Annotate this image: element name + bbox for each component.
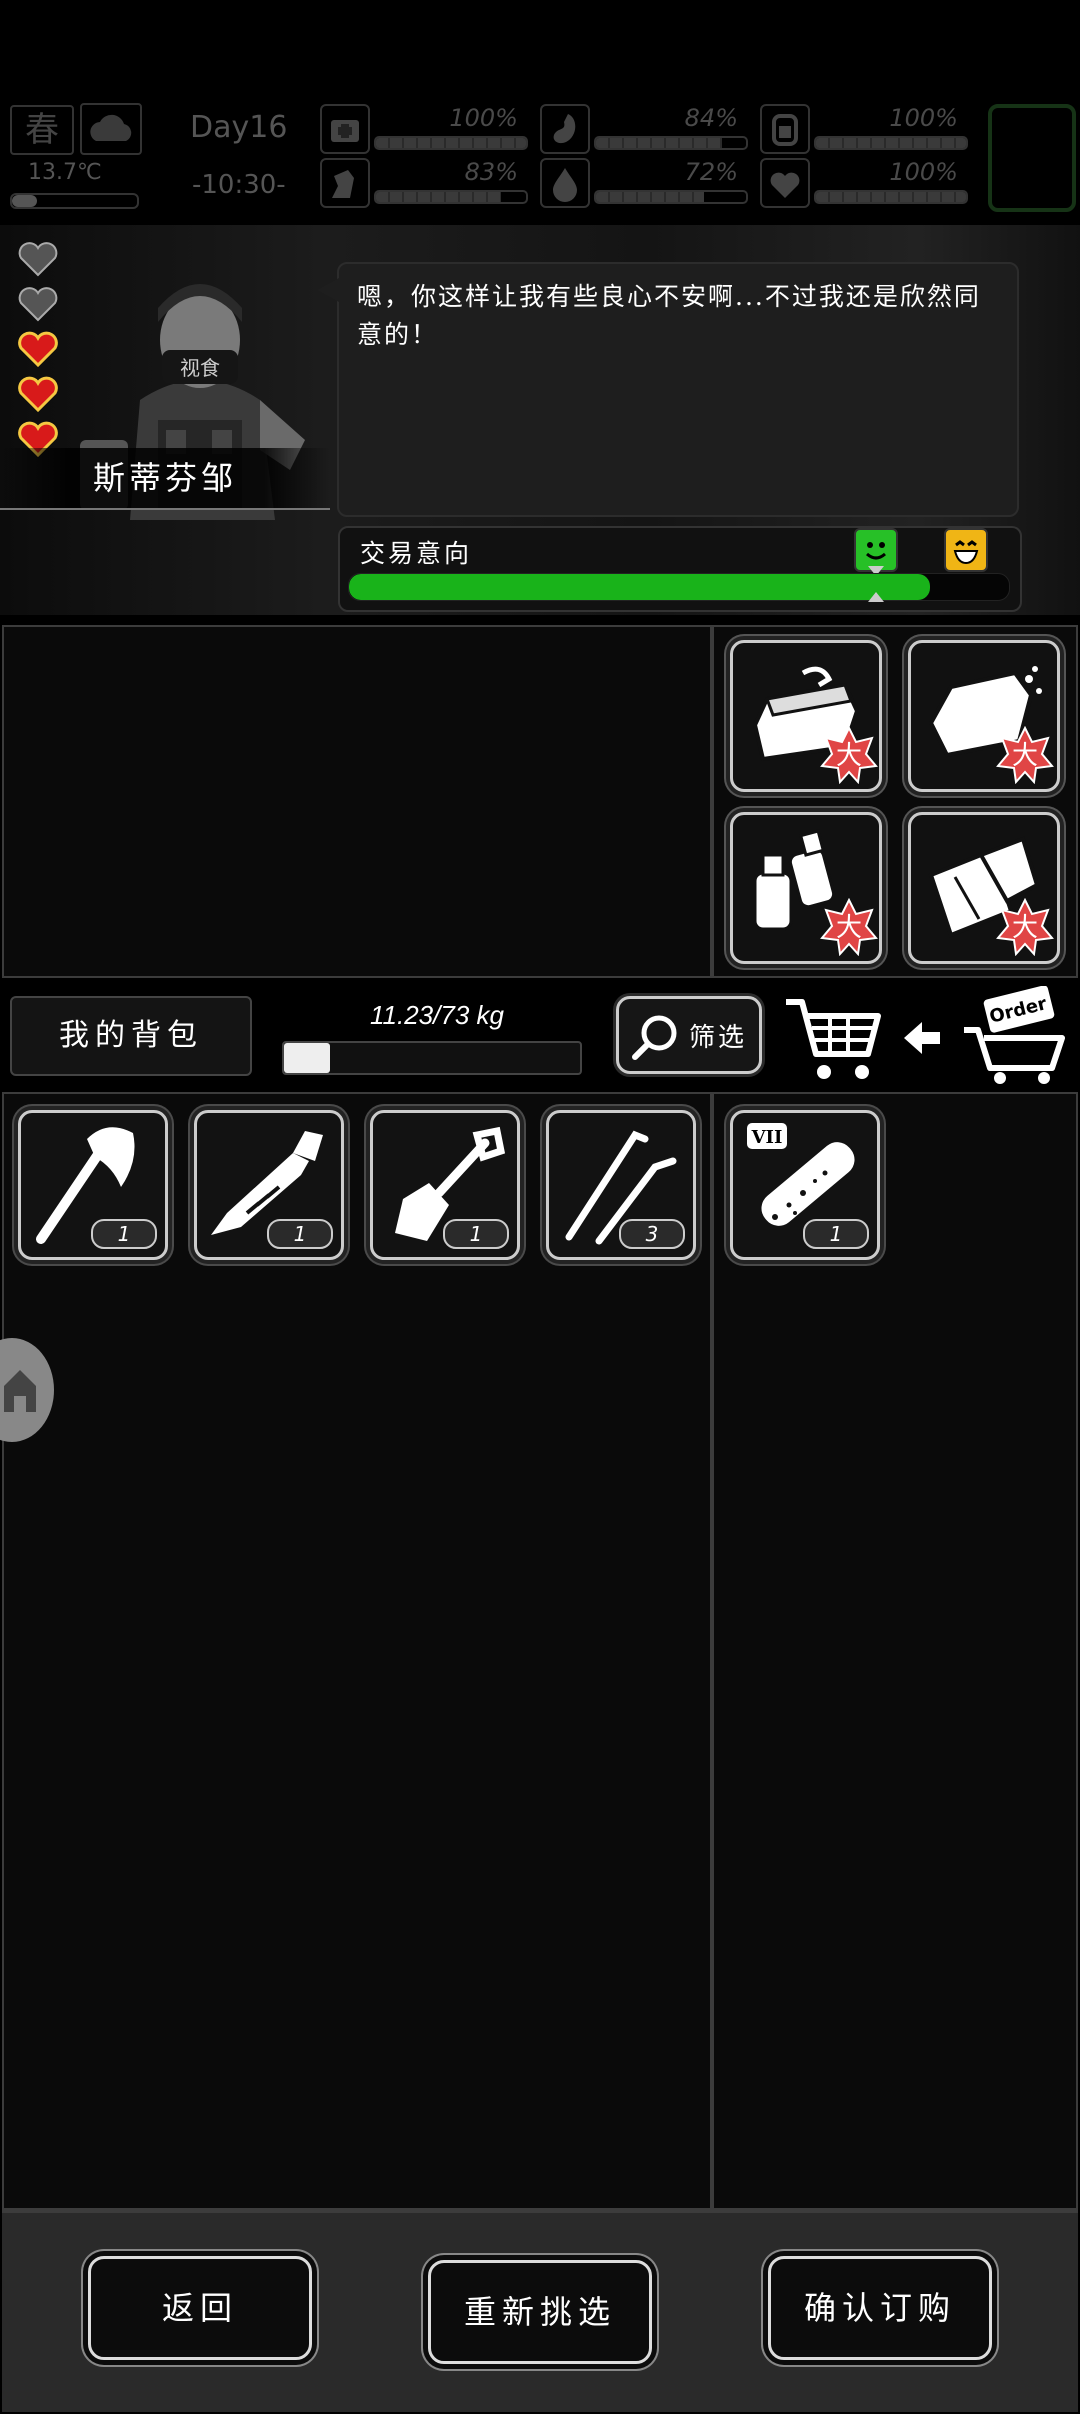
filter-button[interactable]: 筛选 [616, 996, 762, 1074]
panel-divider [710, 625, 714, 978]
trade-current-marker [868, 592, 884, 602]
day-counter: Day16 [190, 110, 288, 145]
temperature-label: 13.7℃ [28, 160, 102, 185]
large-size-badge-icon: 大 [820, 726, 878, 784]
game-clock: -10:30- [192, 170, 286, 200]
mind-icon [320, 158, 370, 208]
stat-mood: 100% [760, 158, 970, 208]
item-quantity: 1 [443, 1219, 509, 1249]
npc-name: 斯蒂芬邹 [0, 448, 330, 510]
item-quantity: 1 [267, 1219, 333, 1249]
stat-fill [596, 192, 704, 202]
trade-willingness-label: 交易意向 [360, 539, 473, 568]
svg-text:大: 大 [836, 913, 862, 943]
affection-hearts [16, 240, 62, 465]
season-indicator: 春 [10, 105, 74, 155]
inventory-item-slot[interactable]: 1 [194, 1110, 344, 1260]
heart-full-icon [18, 331, 58, 368]
stat-sanity: 83% [320, 158, 530, 208]
heart-empty-icon [18, 242, 58, 277]
stat-thirst: 72% [540, 158, 750, 208]
svg-text:大: 大 [836, 741, 862, 771]
svg-text:VII: VII [751, 1127, 783, 1148]
carry-weight-bar [282, 1041, 582, 1075]
item-quantity: 1 [91, 1219, 157, 1249]
inventory-panel [2, 1092, 1078, 2210]
stat-hunger: 84% [540, 104, 750, 154]
laughing-face-icon [944, 528, 988, 572]
search-icon [632, 1015, 677, 1060]
inventory-item-slot[interactable]: 3 [546, 1110, 696, 1260]
svg-text:视食: 视食 [180, 356, 220, 380]
house-icon [4, 1370, 36, 1412]
svg-text:大: 大 [1012, 913, 1038, 943]
selected-item-slot[interactable]: VII 1 [730, 1110, 880, 1260]
panel-divider [710, 1092, 714, 2210]
large-size-badge-icon: 大 [996, 726, 1054, 784]
heart-empty-icon [18, 287, 58, 322]
large-size-badge-icon: 大 [996, 898, 1054, 956]
stat-fill [376, 138, 526, 148]
back-button[interactable]: 返回 [88, 2256, 312, 2360]
stat-health: 100% [320, 104, 530, 154]
order-cart-icon[interactable]: Order [960, 986, 1070, 1086]
my-backpack-tab[interactable]: 我的背包 [10, 996, 252, 1076]
heart-icon [760, 158, 810, 208]
temperature-bar [10, 193, 139, 209]
equipment-slot[interactable] [988, 104, 1076, 212]
stat-fill [816, 192, 966, 202]
stomach-icon [540, 104, 590, 154]
npc-dialogue-bubble: 嗯，你这样让我有些良心不安啊...不过我还是欣然同意的！ [317, 262, 1019, 517]
stat-energy: 100% [760, 104, 970, 154]
stat-fill [596, 138, 722, 148]
filter-label: 筛选 [689, 1023, 748, 1053]
water-drop-icon [540, 158, 590, 208]
svg-text:大: 大 [1012, 741, 1038, 771]
cloudy-weather-icon [80, 103, 142, 155]
item-quantity: 1 [803, 1219, 869, 1249]
item-quantity: 3 [619, 1219, 685, 1249]
reselect-button[interactable]: 重新挑选 [428, 2260, 652, 2364]
inventory-item-slot[interactable]: 1 [18, 1110, 168, 1260]
heart-full-icon [18, 376, 58, 413]
inventory-item-slot[interactable]: 1 [370, 1110, 520, 1260]
large-size-badge-icon: 大 [820, 898, 878, 956]
trade-willingness-bar [348, 573, 1010, 601]
carry-weight-label: 11.23/73 kg [370, 1000, 504, 1030]
stat-fill [816, 138, 966, 148]
shopping-cart-icon[interactable] [782, 994, 882, 1084]
confirm-order-button[interactable]: 确认订购 [768, 2256, 992, 2360]
stat-fill [376, 192, 501, 202]
battery-icon [760, 104, 810, 154]
arrow-left-icon [904, 1022, 940, 1054]
medkit-icon [320, 104, 370, 154]
